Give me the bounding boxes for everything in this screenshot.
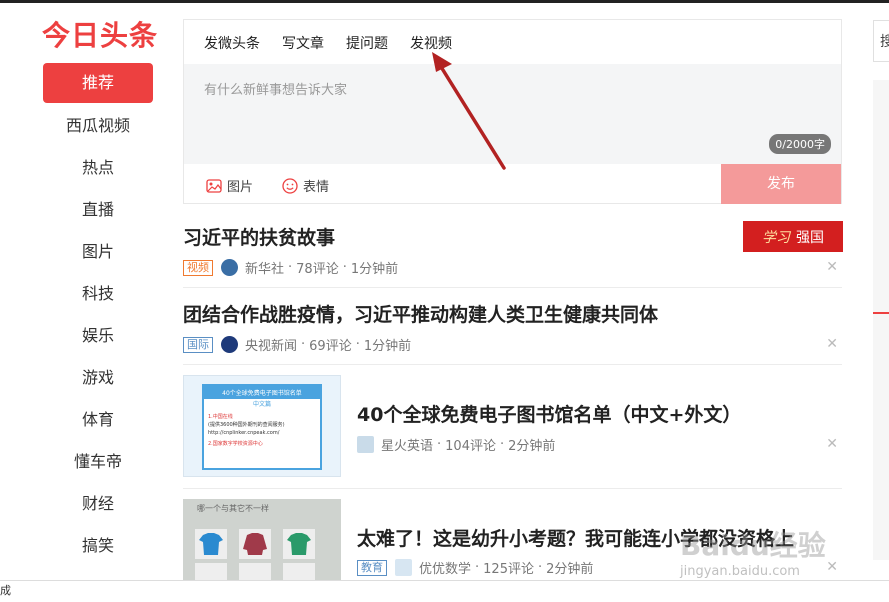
sidebar-item-tech[interactable]: 科技 (43, 273, 153, 315)
tab-ask-question[interactable]: 提问题 (346, 33, 388, 53)
sidebar-item-games[interactable]: 游戏 (43, 357, 153, 399)
right-sidebar-panel (873, 80, 889, 560)
feed-meta: 教育 优优数学 · 125评论 · 2分钟前 (357, 558, 593, 577)
dismiss-icon[interactable]: ✕ (826, 336, 838, 352)
feed-item[interactable]: 40个全球免费电子图书馆名单 中文篇 1.中国在线 (提供3600种国外期刊的查… (183, 365, 842, 489)
xuexi-logo-icon: 学习 (762, 229, 790, 246)
char-counter: 0/2000字 (769, 134, 831, 154)
publish-time: 1分钟前 (350, 262, 399, 277)
tshirt-icon (199, 533, 223, 555)
tab-micro-post[interactable]: 发微头条 (204, 33, 260, 53)
separator: · (301, 337, 306, 352)
dismiss-icon[interactable]: ✕ (826, 436, 838, 452)
publish-time: 2分钟前 (546, 562, 594, 577)
sidebar-item-dongchedi[interactable]: 懂车帝 (43, 441, 153, 483)
article-thumbnail[interactable]: 哪一个与其它不一样 (183, 499, 341, 580)
insert-image-label: 图片 (227, 180, 254, 195)
sidebar-item-entertainment[interactable]: 娱乐 (43, 315, 153, 357)
source-name[interactable]: 星火英语 (381, 435, 433, 454)
source-name[interactable]: 央视新闻 (245, 335, 297, 354)
sweater-icon (243, 533, 267, 555)
browser-status-bar: 成 (0, 580, 889, 602)
thumbnail-subheader: 中文篇 (252, 401, 271, 408)
annotation-arrow (432, 52, 506, 170)
channel-sidebar: 推荐 西瓜视频 热点 直播 图片 科技 娱乐 游戏 体育 懂车帝 财经 搞笑 (43, 63, 153, 567)
thumbnail-card (239, 563, 271, 580)
separator: · (288, 260, 293, 275)
window-top-border (0, 0, 889, 3)
comment-count[interactable]: 104评论 (445, 435, 496, 454)
publish-button[interactable]: 发布 (721, 164, 841, 204)
sidebar-item-finance[interactable]: 财经 (43, 483, 153, 525)
tag-badge: 视频 (183, 259, 213, 276)
feed-meta: 星火英语 · 104评论 · 2分钟前 (357, 435, 555, 454)
thumbnail-card (283, 529, 315, 559)
sidebar-item-funny[interactable]: 搞笑 (43, 525, 153, 567)
image-icon (206, 178, 222, 193)
thumbnail-line: 2.国家数字学校资源中心 (208, 441, 263, 447)
separator: · (499, 437, 505, 452)
source-name[interactable]: 新华社 (245, 258, 284, 277)
feed-title[interactable]: 习近平的扶贫故事 (183, 223, 335, 250)
badge-label: 强国 (796, 229, 824, 246)
tshirt-icon (287, 533, 311, 555)
separator: · (355, 337, 360, 352)
search-input[interactable]: 搜 (873, 20, 889, 62)
sidebar-item-images[interactable]: 图片 (43, 231, 153, 273)
thumbnail-line: http://cnplinker.cnpeak.com/ (208, 430, 280, 436)
thumbnail-line: 1.中国在线 (208, 414, 233, 420)
publish-time: 1分钟前 (363, 339, 412, 354)
sidebar-item-recommend[interactable]: 推荐 (43, 63, 153, 103)
tag-badge: 教育 (357, 559, 387, 576)
comment-count[interactable]: 125评论 (483, 558, 534, 577)
feed-meta: 视频 新华社 · 78评论 · 1分钟前 (183, 258, 398, 277)
article-thumbnail[interactable]: 40个全球免费电子图书馆名单 中文篇 1.中国在线 (提供3600种国外期刊的查… (183, 375, 341, 477)
source-name[interactable]: 优优数学 (419, 558, 471, 577)
separator: · (342, 260, 347, 275)
thumbnail-card (239, 529, 271, 559)
feed-title[interactable]: 团结合作战胜疫情，习近平推动构建人类卫生健康共同体 (183, 300, 658, 327)
source-avatar-icon (221, 336, 238, 353)
comment-count[interactable]: 69评论 (309, 335, 352, 354)
tag-badge: 国际 (183, 336, 213, 353)
thumbnail-card: 40个全球免费电子图书馆名单 中文篇 1.中国在线 (提供3600种国外期刊的查… (202, 384, 322, 470)
baidu-watermark-url: jingyan.baidu.com (680, 564, 800, 579)
thumbnail-line: (提供3600种国外期刊的查阅服务) (208, 422, 285, 428)
toutiao-logo[interactable]: 今日头条 (42, 14, 158, 54)
feed-title[interactable]: 40个全球免费电子图书馆名单（中文+外文） (357, 400, 741, 427)
dismiss-icon[interactable]: ✕ (826, 259, 838, 275)
tab-write-article[interactable]: 写文章 (282, 33, 324, 53)
feed-meta: 国际 央视新闻 · 69评论 · 1分钟前 (183, 335, 411, 354)
post-placeholder: 有什么新鲜事想告诉大家 (204, 83, 348, 98)
xuexi-qiangguo-badge[interactable]: 学习 强国 (743, 221, 843, 252)
thumbnail-header: 40个全球免费电子图书馆名单 (204, 386, 320, 399)
source-avatar-icon (357, 436, 374, 453)
insert-image-button[interactable]: 图片 (206, 176, 253, 195)
publish-time: 2分钟前 (508, 439, 556, 454)
insert-emoji-button[interactable]: 表情 (282, 176, 329, 195)
sidebar-item-hot[interactable]: 热点 (43, 147, 153, 189)
sidebar-item-sports[interactable]: 体育 (43, 399, 153, 441)
insert-emoji-label: 表情 (303, 180, 330, 195)
baidu-watermark: Baidu经验 (680, 529, 826, 562)
feed-item[interactable]: 团结合作战胜疫情，习近平推动构建人类卫生健康共同体 国际 央视新闻 · 69评论… (183, 288, 842, 365)
status-text: 成 (0, 584, 11, 597)
right-panel-accent-line (873, 312, 889, 314)
thumbnail-card (283, 563, 315, 580)
sidebar-item-xigua-video[interactable]: 西瓜视频 (43, 105, 153, 147)
separator: · (437, 437, 442, 452)
thumbnail-card (195, 529, 227, 559)
thumbnail-caption: 哪一个与其它不一样 (197, 504, 269, 513)
separator: · (475, 560, 480, 575)
thumbnail-card (195, 563, 227, 580)
source-avatar-icon (221, 259, 238, 276)
emoji-icon (282, 177, 298, 194)
sidebar-item-live[interactable]: 直播 (43, 189, 153, 231)
dismiss-icon[interactable]: ✕ (826, 559, 838, 575)
separator: · (537, 560, 543, 575)
comment-count[interactable]: 78评论 (296, 258, 339, 277)
source-avatar-icon (395, 559, 412, 576)
